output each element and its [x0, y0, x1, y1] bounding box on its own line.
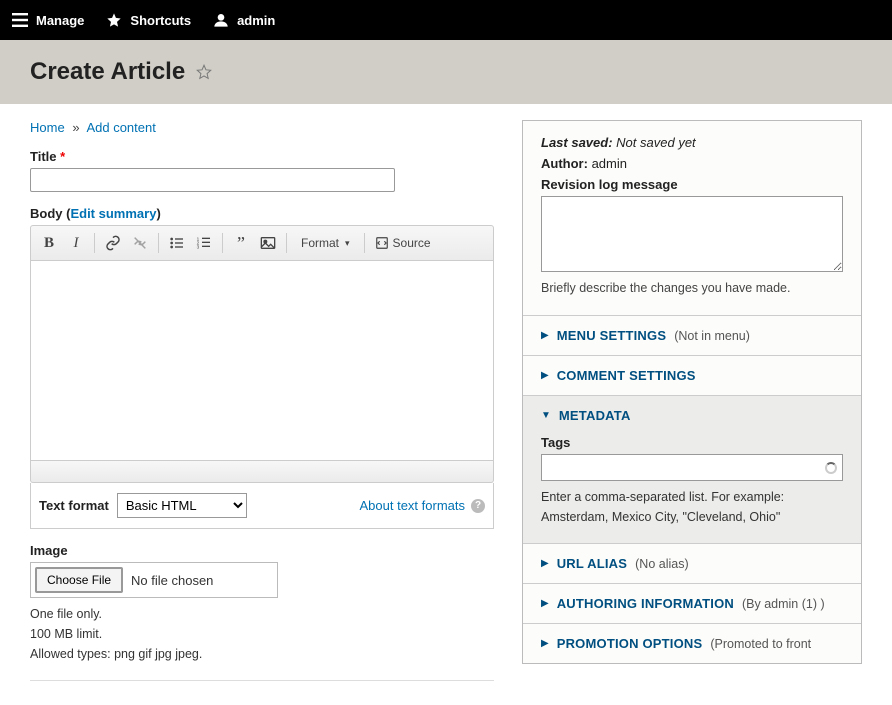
- authoring-info-accordion[interactable]: ▶ AUTHORING INFORMATION (By admin (1) ): [523, 584, 861, 623]
- hamburger-icon: [12, 13, 28, 27]
- choose-file-button[interactable]: Choose File: [35, 567, 123, 593]
- numbered-list-icon: 123: [196, 235, 212, 251]
- arrow-right-icon: ▶: [541, 370, 549, 381]
- menu-settings-accordion[interactable]: ▶ MENU SETTINGS (Not in menu): [523, 316, 861, 355]
- link-button[interactable]: [101, 231, 125, 255]
- url-alias-accordion[interactable]: ▶ URL ALIAS (No alias): [523, 544, 861, 583]
- file-hint-3: Allowed types: png gif jpg jpeg.: [30, 644, 494, 664]
- divider: [30, 680, 494, 681]
- body-label: Body (Edit summary): [30, 206, 494, 221]
- unlink-icon: [132, 235, 148, 251]
- favorite-star-icon[interactable]: [195, 63, 213, 81]
- arrow-down-icon: ▼: [541, 410, 551, 421]
- file-status: No file chosen: [131, 573, 273, 588]
- file-hint-2: 100 MB limit.: [30, 624, 494, 644]
- arrow-right-icon: ▶: [541, 330, 549, 341]
- help-icon: ?: [471, 499, 485, 513]
- shortcuts-menu[interactable]: Shortcuts: [106, 12, 191, 28]
- sidebar-box: Last saved: Not saved yet Author: admin …: [522, 120, 862, 664]
- file-upload-wrapper: Choose File No file chosen: [30, 562, 278, 598]
- manage-label: Manage: [36, 13, 84, 28]
- image-label: Image: [30, 543, 494, 558]
- comment-settings-accordion[interactable]: ▶ COMMENT SETTINGS: [523, 356, 861, 395]
- file-hint-1: One file only.: [30, 604, 494, 624]
- numbered-list-button[interactable]: 123: [192, 231, 216, 255]
- revision-log-textarea[interactable]: [541, 196, 843, 272]
- arrow-right-icon: ▶: [541, 558, 549, 569]
- text-format-select[interactable]: Basic HTML: [117, 493, 247, 518]
- metadata-body: Tags Enter a comma-separated list. For e…: [523, 435, 861, 543]
- image-button[interactable]: [256, 231, 280, 255]
- text-format-row: Text format Basic HTML About text format…: [30, 483, 494, 529]
- shortcuts-label: Shortcuts: [130, 13, 191, 28]
- author-value: admin: [592, 156, 627, 171]
- bullet-list-button[interactable]: [165, 231, 189, 255]
- breadcrumb-home[interactable]: Home: [30, 120, 65, 135]
- editor-footer: [30, 461, 494, 483]
- user-label: admin: [237, 13, 275, 28]
- editor-body[interactable]: [30, 261, 494, 461]
- star-icon: [106, 12, 122, 28]
- metadata-accordion[interactable]: ▼ METADATA: [523, 396, 861, 435]
- text-format-label: Text format: [39, 498, 109, 513]
- last-saved-label: Last saved:: [541, 135, 613, 150]
- editor-toolbar: B I 123 ”: [30, 225, 494, 261]
- page-header: Create Article: [0, 40, 892, 104]
- tags-input[interactable]: [541, 454, 843, 481]
- arrow-right-icon: ▶: [541, 638, 549, 649]
- svg-text:3: 3: [197, 244, 200, 249]
- revision-log-label: Revision log message: [541, 177, 678, 192]
- edit-summary-link[interactable]: Edit summary: [70, 206, 156, 221]
- tags-label: Tags: [541, 435, 843, 450]
- manage-menu[interactable]: Manage: [12, 13, 84, 28]
- bullet-list-icon: [169, 235, 185, 251]
- title-label: Title *: [30, 149, 494, 164]
- bold-button[interactable]: B: [37, 231, 61, 255]
- about-text-formats-link[interactable]: About text formats ?: [360, 498, 486, 513]
- breadcrumb-add-content[interactable]: Add content: [86, 120, 155, 135]
- unlink-button: [128, 231, 152, 255]
- link-icon: [105, 235, 121, 251]
- admin-toolbar: Manage Shortcuts admin: [0, 0, 892, 40]
- page-title: Create Article: [30, 58, 185, 86]
- breadcrumb: Home » Add content: [30, 120, 494, 135]
- last-saved-value: Not saved yet: [616, 135, 696, 150]
- image-icon: [260, 236, 276, 250]
- tags-hint: Enter a comma-separated list. For exampl…: [541, 487, 843, 527]
- arrow-right-icon: ▶: [541, 598, 549, 609]
- blockquote-button[interactable]: ”: [229, 231, 253, 255]
- source-button[interactable]: Source: [371, 236, 435, 250]
- source-icon: [375, 236, 389, 250]
- user-menu[interactable]: admin: [213, 12, 275, 28]
- autocomplete-spinner-icon: [825, 462, 837, 474]
- user-icon: [213, 12, 229, 28]
- revision-info: Last saved: Not saved yet Author: admin …: [523, 121, 861, 316]
- format-dropdown[interactable]: Format ▾: [293, 236, 358, 250]
- author-label: Author:: [541, 156, 588, 171]
- title-input[interactable]: [30, 168, 395, 192]
- italic-button[interactable]: I: [64, 231, 88, 255]
- promotion-options-accordion[interactable]: ▶ PROMOTION OPTIONS (Promoted to front: [523, 624, 861, 663]
- revision-log-desc: Briefly describe the changes you have ma…: [541, 281, 843, 295]
- chevron-down-icon: ▾: [345, 238, 350, 249]
